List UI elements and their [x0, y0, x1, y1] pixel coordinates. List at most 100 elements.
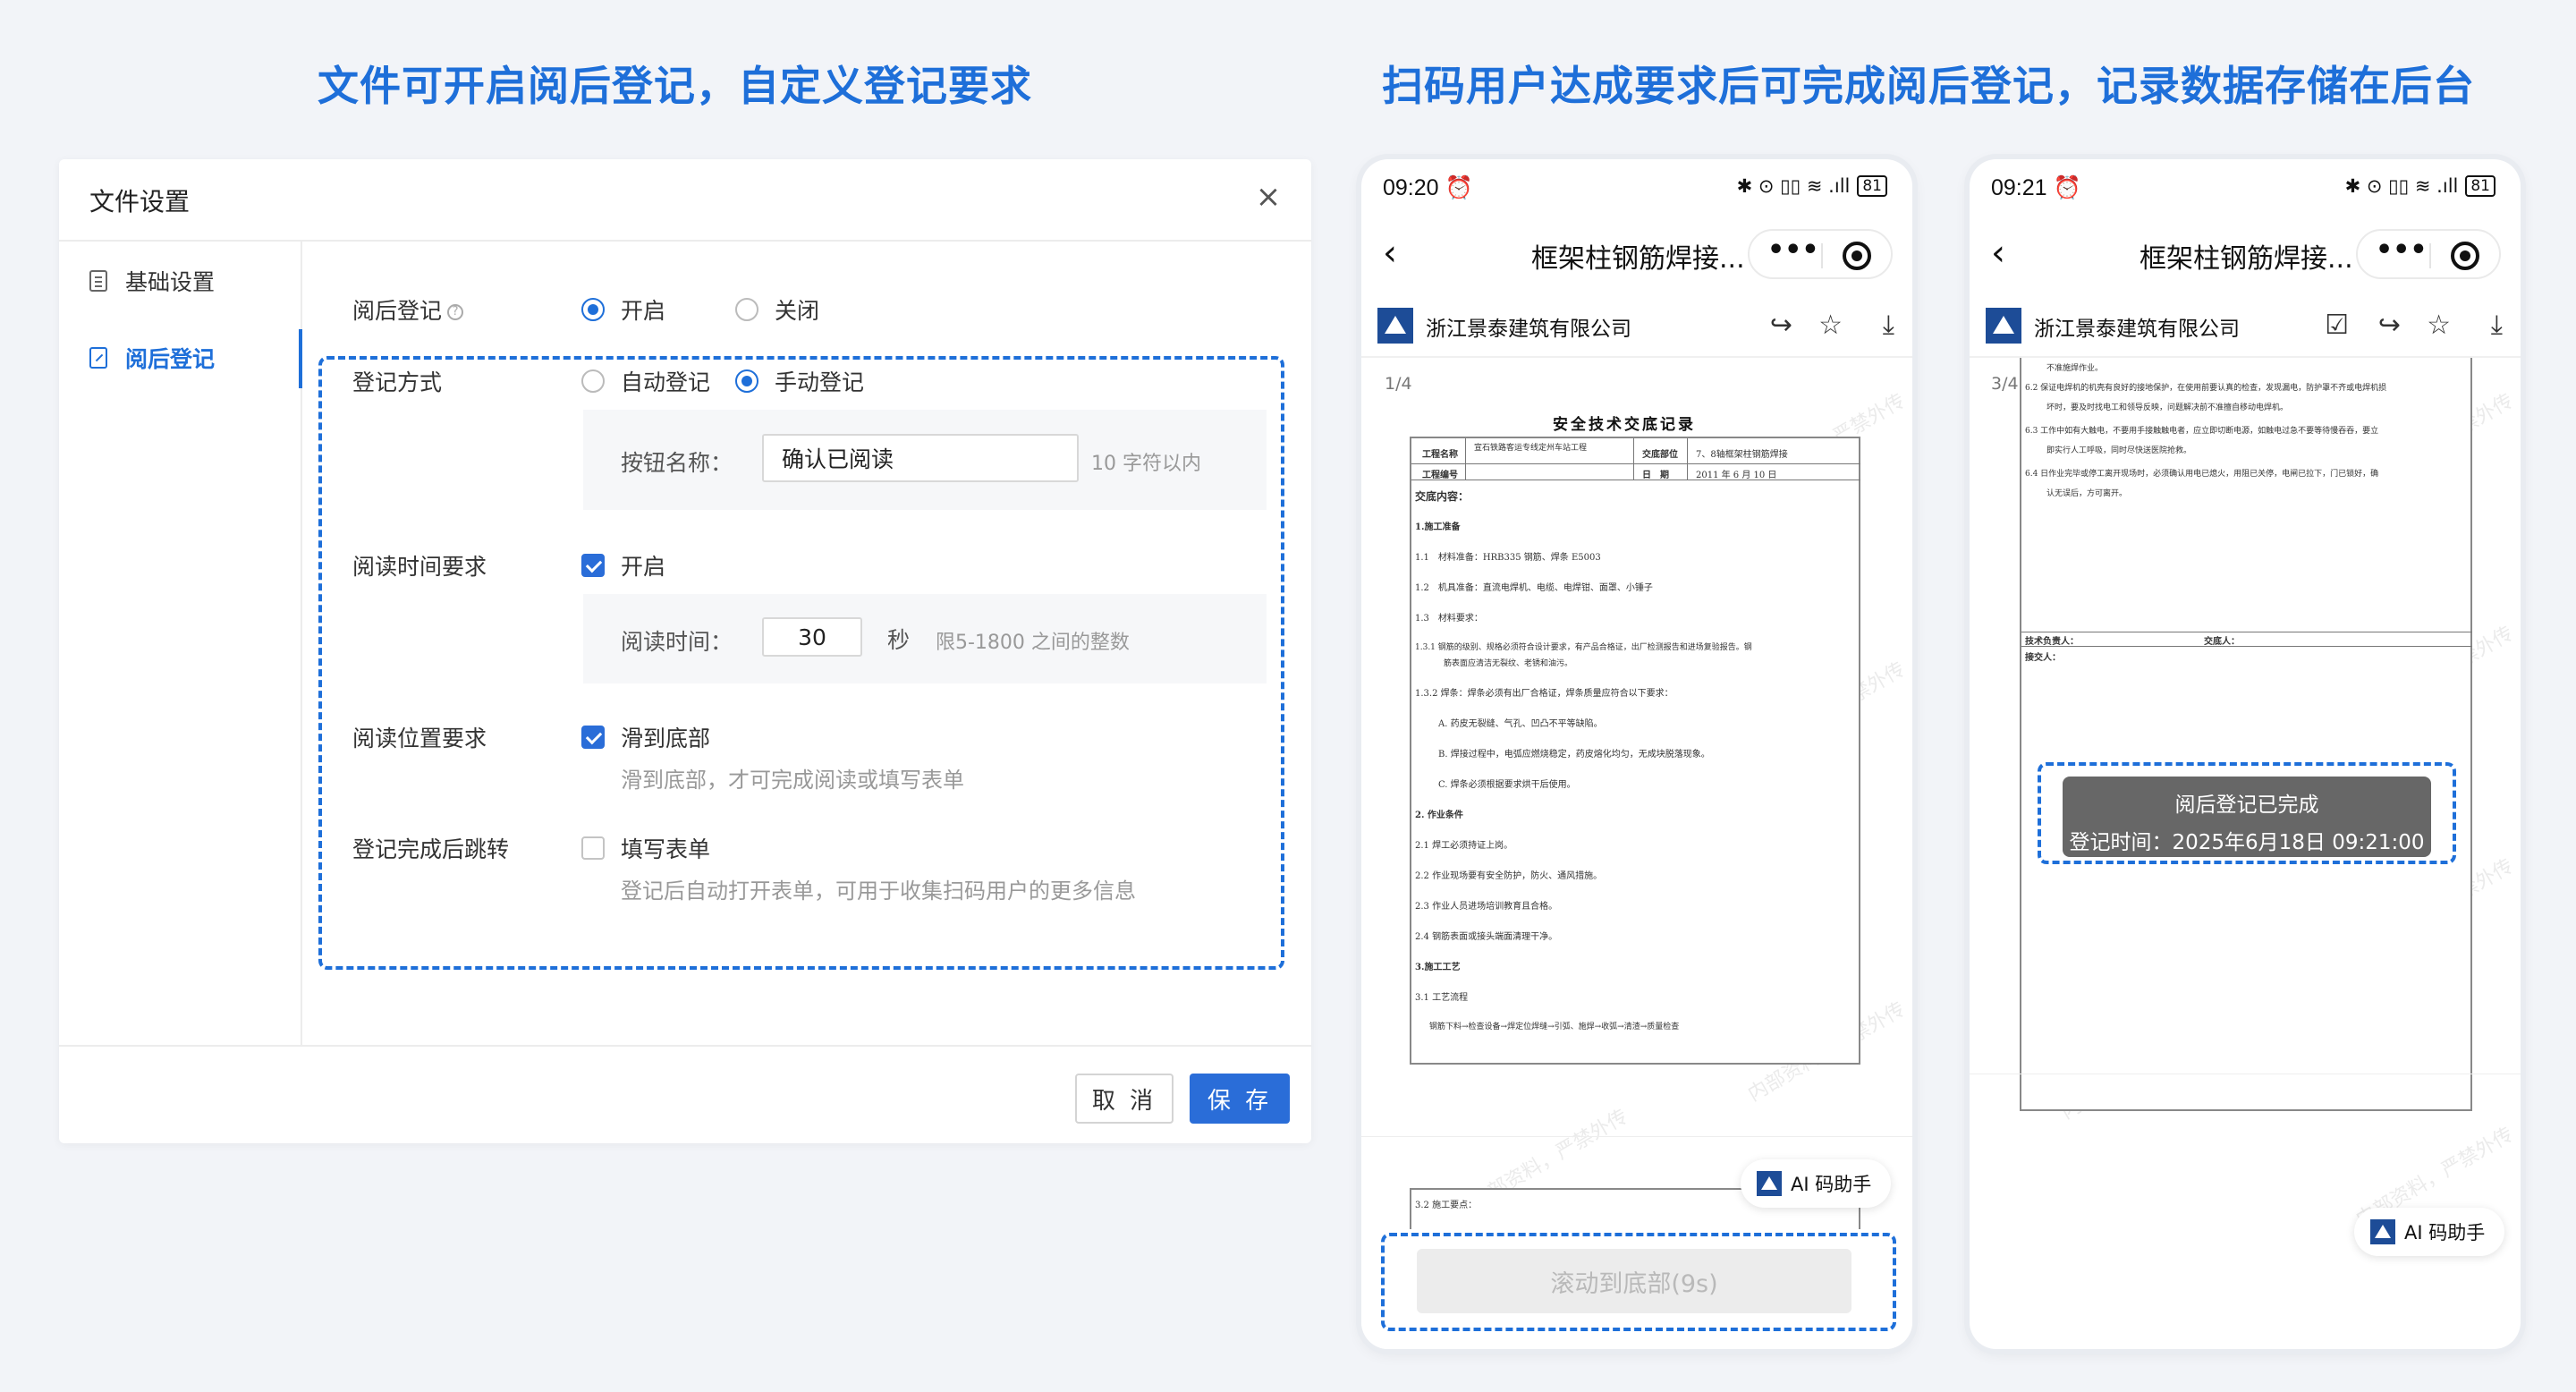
doc-line: 2.1 焊工必须持证上岗。 — [1415, 841, 1513, 851]
target-icon[interactable] — [2451, 242, 2479, 270]
save-button[interactable]: 保 存 — [1190, 1074, 1290, 1124]
page-indicator: 1/4 — [1385, 374, 1412, 394]
method-auto-radio[interactable]: 自动登记 — [581, 365, 710, 397]
edit-icon — [89, 347, 107, 369]
footer-divider — [59, 1045, 1311, 1047]
headline-right: 扫码用户达成要求后可完成阅后登记，记录数据存储在后台 — [1382, 62, 2475, 110]
doc-line: 1.3.1 钢筋的级别、规格必须符合设计要求，有产品合格证，出厂检测报告和进场复… — [1415, 643, 1752, 652]
download-icon[interactable]: ⤓ — [2491, 310, 2503, 341]
fill-form-checkbox[interactable]: 填写表单 — [581, 832, 710, 864]
dialog-header: 文件设置 × — [59, 159, 1311, 242]
alarm-icon: ⏰ — [1445, 175, 1473, 200]
help-icon[interactable]: ? — [447, 304, 464, 320]
doc-line: 1.施工准备 — [1415, 522, 1461, 532]
company-name: 浙江景泰建筑有限公司 — [2034, 318, 2240, 341]
doc-line: 即实行人工呼吸，同时尽快送医院抢救。 — [2046, 446, 2192, 455]
share-icon[interactable]: ↪ — [2378, 310, 2401, 341]
sidebar-item-read-registration[interactable]: 阅后登记 — [89, 340, 215, 376]
doc-line: B. 焊接过程中，电弧应燃烧稳定，药皮熔化均匀，无成块脱落现象。 — [1438, 750, 1710, 760]
read-time-input[interactable]: 30 — [762, 617, 862, 657]
position-label: 阅读位置要求 — [352, 726, 487, 751]
sidebar-item-basic-settings[interactable]: 基础设置 — [89, 263, 215, 299]
status-time: 09:21 ⏰ — [1991, 175, 2081, 201]
company-name: 浙江景泰建筑有限公司 — [1426, 318, 1631, 341]
table-line — [1633, 438, 1634, 480]
redirect-desc: 登记后自动打开表单，可用于收集扫码用户的更多信息 — [621, 878, 1136, 904]
more-dots-icon[interactable]: ••• — [1767, 234, 1819, 266]
more-dots-icon[interactable]: ••• — [2376, 234, 2428, 266]
ai-helper-button[interactable]: AI 码助手 — [1741, 1159, 1892, 1208]
company-bar: 浙江景泰建筑有限公司 ↪ ☆ ⤓ — [1361, 293, 1912, 358]
read-time-unit: 秒 — [887, 627, 911, 653]
target-icon[interactable] — [1843, 242, 1871, 270]
registration-off-radio[interactable]: 关闭 — [735, 293, 819, 326]
star-icon[interactable]: ☆ — [2427, 310, 2451, 341]
redirect-label: 登记完成后跳转 — [352, 836, 510, 862]
chevron-left-icon[interactable]: ‹ — [1383, 233, 1397, 274]
doc-line: 认无误后，方可离开。 — [2046, 489, 2128, 498]
company-bar: 浙江景泰建筑有限公司 ☑ ↪ ☆ ⤓ — [1970, 293, 2521, 358]
checkbox-icon — [581, 726, 605, 749]
doc-cell: 7、8轴框架柱钢筋焊接 — [1696, 450, 1788, 460]
button-name-input[interactable]: 确认已阅读 — [762, 434, 1079, 482]
doc-cell: 工程编号 — [1422, 471, 1458, 480]
sidebar-active-indicator — [299, 329, 302, 388]
doc-line: 2. 作业条件 — [1415, 811, 1463, 820]
checkbox-label: 滑到底部 — [621, 726, 711, 751]
ai-helper-label: AI 码助手 — [1791, 1174, 1872, 1195]
checkbox-icon — [581, 836, 605, 860]
read-time-field-label: 阅读时间： — [621, 629, 733, 655]
cancel-button[interactable]: 取 消 — [1075, 1074, 1174, 1124]
radio-label: 自动登记 — [621, 369, 711, 395]
chevron-left-icon[interactable]: ‹ — [1991, 233, 2005, 274]
radio-icon — [735, 369, 758, 393]
doc-cell: 宣石铁路客运专线定州车站工程 — [1474, 444, 1588, 453]
checkbox-label: 填写表单 — [621, 836, 711, 862]
ai-helper-button[interactable]: AI 码助手 — [2354, 1208, 2505, 1256]
doc-line: A. 药皮无裂缝、气孔、凹凸不平等缺陷。 — [1438, 719, 1603, 729]
ai-logo-icon — [1757, 1171, 1782, 1196]
doc-line: 1.3.2 焊条：焊条必须有出厂合格证，焊条质量应符合以下要求： — [1415, 689, 1674, 699]
close-icon[interactable]: × — [1250, 179, 1286, 215]
doc-line: 6.3 工作中如有大触电，不要用手接触触电者，应立即切断电源，如触电过急不要等待… — [2025, 427, 2379, 436]
register-icon[interactable]: ☑ — [2325, 310, 2349, 341]
doc-line: 2.2 作业现场要有安全防护，防火、通风措施。 — [1415, 871, 1603, 881]
table-line — [2021, 646, 2472, 647]
share-icon[interactable]: ↪ — [1770, 310, 1792, 341]
doc-cell: 交底人： — [2204, 637, 2240, 647]
company-logo — [1986, 308, 2021, 344]
radio-label: 关闭 — [775, 298, 820, 324]
battery-icon: 81 — [2465, 175, 2496, 197]
document-page: 工程名称 宣石铁路客运专线定州车站工程 交底部位 7、8轴框架柱钢筋焊接 工程编… — [1410, 437, 1860, 1065]
doc-line: 3.施工工艺 — [1415, 963, 1461, 972]
doc-cell: 接交人： — [2025, 653, 2061, 663]
signal-icons: ✱ ⊙ ▯▯ ≋ .ıll — [2344, 175, 2459, 197]
read-time-checkbox[interactable]: 开启 — [581, 549, 665, 581]
method-manual-radio[interactable]: 手动登记 — [735, 365, 864, 397]
mini-program-capsule: ••• — [2356, 229, 2501, 279]
navbar: ‹ 框架柱钢筋焊接... ••• — [1970, 222, 2521, 286]
headline-left: 文件可开启阅后登记，自定义登记要求 — [318, 62, 1032, 110]
download-icon[interactable]: ⤓ — [1883, 310, 1894, 341]
scroll-bottom-checkbox[interactable]: 滑到底部 — [581, 721, 710, 753]
doc-cell: 工程名称 — [1422, 450, 1458, 460]
highlight-frame — [1381, 1233, 1896, 1331]
alarm-icon: ⏰ — [2053, 175, 2081, 200]
capsule-divider — [1821, 243, 1823, 268]
radio-label: 手动登记 — [775, 369, 865, 395]
page-indicator: 3/4 — [1991, 374, 2019, 394]
dialog-title: 文件设置 — [89, 187, 191, 216]
status-time: 09:20 ⏰ — [1383, 175, 1473, 201]
method-label: 登记方式 — [352, 369, 443, 395]
doc-line: C. 焊条必须根据要求烘干后使用。 — [1438, 780, 1576, 790]
document-page: 不准施焊作业。 6.2 保证电焊机的机壳有良好的接地保护，在使用前要认真的检查，… — [2020, 358, 2472, 1111]
company-logo — [1377, 308, 1413, 344]
read-registration-label-text: 阅后登记 — [352, 298, 443, 324]
button-name-label: 按钮名称： — [621, 450, 733, 476]
registration-on-radio[interactable]: 开启 — [581, 293, 665, 326]
read-registration-label: 阅后登记? — [352, 293, 464, 326]
star-icon[interactable]: ☆ — [1818, 310, 1843, 341]
capsule-divider — [2429, 243, 2431, 268]
doc-line: 2.4 钢筋表面或接头端面清理干净。 — [1415, 932, 1558, 942]
status-icons: ✱ ⊙ ▯▯ ≋ .ıll 81 — [1737, 175, 1887, 197]
